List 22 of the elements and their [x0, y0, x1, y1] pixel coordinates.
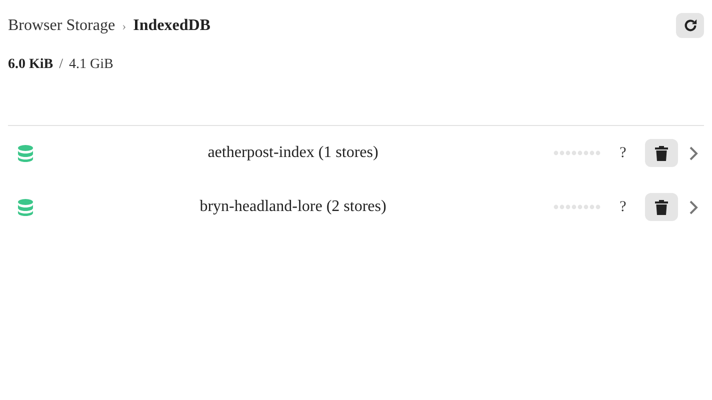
chevron-right-icon[interactable] [689, 200, 698, 214]
database-name[interactable]: bryn-headland-lore (2 stores) [200, 198, 386, 215]
loading-dots-icon [553, 150, 601, 156]
current-page-title: IndexedDB [133, 16, 210, 36]
refresh-icon [682, 18, 698, 33]
trash-icon [655, 146, 668, 160]
database-size: ? [618, 198, 628, 217]
total-size: 4.1 GiB [69, 56, 114, 74]
chevron-right-icon[interactable] [689, 146, 698, 160]
database-icon [18, 198, 33, 216]
delete-button[interactable] [645, 139, 678, 167]
breadcrumb-separator: › [122, 18, 126, 34]
trash-icon [655, 200, 668, 214]
database-name[interactable]: aetherpost-index (1 stores) [208, 144, 378, 161]
loading-dots-icon [553, 204, 601, 210]
used-size: 6.0 KiB [8, 56, 54, 74]
database-size: ? [618, 144, 628, 163]
database-icon [18, 144, 33, 162]
delete-button[interactable] [645, 193, 678, 221]
breadcrumb-link[interactable]: Browser Storage [8, 14, 116, 38]
refresh-button[interactable] [676, 13, 704, 38]
size-separator: / [59, 56, 64, 74]
